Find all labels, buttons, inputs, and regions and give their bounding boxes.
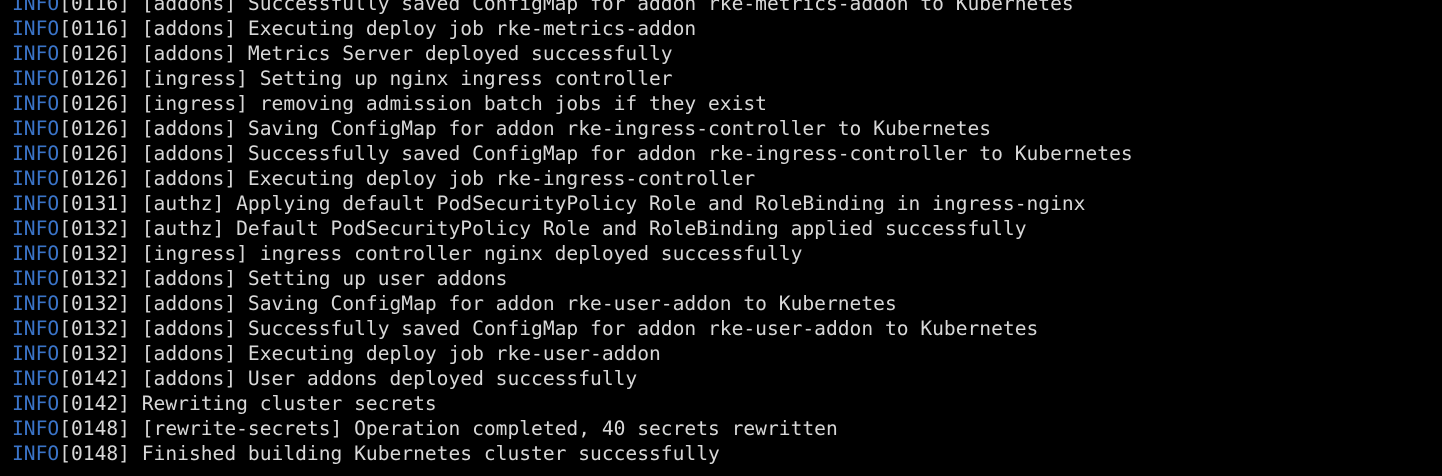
log-level: INFO xyxy=(12,367,60,390)
log-line: INFO[0131] [authz] Applying default PodS… xyxy=(12,191,1133,216)
log-timestamp: [0116] xyxy=(59,0,130,15)
log-level: INFO xyxy=(12,42,60,65)
log-level: INFO xyxy=(12,67,60,90)
log-message: [addons] Executing deploy job rke-metric… xyxy=(129,17,697,40)
log-line: INFO[0126] [addons] Saving ConfigMap for… xyxy=(12,116,1133,141)
log-message: [rewrite-secrets] Operation completed, 4… xyxy=(129,417,838,440)
log-timestamp: [0132] xyxy=(59,217,130,240)
log-message: [addons] Executing deploy job rke-ingres… xyxy=(129,167,756,190)
log-timestamp: [0132] xyxy=(59,342,130,365)
log-line: INFO[0132] [authz] Default PodSecurityPo… xyxy=(12,216,1133,241)
log-level: INFO xyxy=(12,217,60,240)
log-message: [addons] User addons deployed successful… xyxy=(129,367,638,390)
log-level: INFO xyxy=(12,267,60,290)
log-message: [addons] Successfully saved ConfigMap fo… xyxy=(129,317,1039,340)
log-line: INFO[0142] Rewriting cluster secrets xyxy=(12,391,1133,416)
log-timestamp: [0148] xyxy=(59,442,130,465)
log-line: INFO[0132] [addons] Successfully saved C… xyxy=(12,316,1133,341)
log-level: INFO xyxy=(12,317,60,340)
log-message: [ingress] removing admission batch jobs … xyxy=(129,92,767,115)
log-line: INFO[0126] [ingress] removing admission … xyxy=(12,91,1133,116)
log-timestamp: [0126] xyxy=(59,92,130,115)
log-level: INFO xyxy=(12,142,60,165)
log-line: INFO[0126] [addons] Metrics Server deplo… xyxy=(12,41,1133,66)
log-message: [authz] Default PodSecurityPolicy Role a… xyxy=(129,217,1027,240)
log-timestamp: [0126] xyxy=(59,142,130,165)
log-level: INFO xyxy=(12,292,60,315)
log-level: INFO xyxy=(12,167,60,190)
log-timestamp: [0126] xyxy=(59,167,130,190)
log-timestamp: [0126] xyxy=(59,67,130,90)
log-line: INFO[0132] [addons] Executing deploy job… xyxy=(12,341,1133,366)
log-level: INFO xyxy=(12,17,60,40)
log-message: [ingress] ingress controller nginx deplo… xyxy=(129,242,803,265)
log-level: INFO xyxy=(12,117,60,140)
log-level: INFO xyxy=(12,417,60,440)
log-line: INFO[0116] [addons] Executing deploy job… xyxy=(12,16,1133,41)
log-timestamp: [0132] xyxy=(59,267,130,290)
log-timestamp: [0148] xyxy=(59,417,130,440)
log-message: [addons] Executing deploy job rke-user-a… xyxy=(129,342,661,365)
log-timestamp: [0131] xyxy=(59,192,130,215)
log-line: INFO[0126] [ingress] Setting up nginx in… xyxy=(12,66,1133,91)
log-level: INFO xyxy=(12,0,60,15)
log-message: Finished building Kubernetes cluster suc… xyxy=(129,442,720,465)
log-line: INFO[0132] [ingress] ingress controller … xyxy=(12,241,1133,266)
log-message: [ingress] Setting up nginx ingress contr… xyxy=(129,67,673,90)
log-line: INFO[0148] Finished building Kubernetes … xyxy=(12,441,1133,466)
log-timestamp: [0126] xyxy=(59,42,130,65)
log-level: INFO xyxy=(12,442,60,465)
log-timestamp: [0142] xyxy=(59,392,130,415)
log-message: [addons] Setting up user addons xyxy=(129,267,508,290)
log-timestamp: [0132] xyxy=(59,242,130,265)
log-timestamp: [0132] xyxy=(59,317,130,340)
log-message: [addons] Saving ConfigMap for addon rke-… xyxy=(129,117,992,140)
log-level: INFO xyxy=(12,92,60,115)
log-line: INFO[0148] [rewrite-secrets] Operation c… xyxy=(12,416,1133,441)
log-level: INFO xyxy=(12,192,60,215)
log-message: [addons] Successfully saved ConfigMap fo… xyxy=(129,142,1133,165)
log-message: [addons] Metrics Server deployed success… xyxy=(129,42,673,65)
log-line: INFO[0132] [addons] Setting up user addo… xyxy=(12,266,1133,291)
log-message: [addons] Saving ConfigMap for addon rke-… xyxy=(129,292,897,315)
log-line: INFO[0132] [addons] Saving ConfigMap for… xyxy=(12,291,1133,316)
log-output: INFO[0116] [addons] Successfully saved C… xyxy=(12,0,1133,466)
log-line: INFO[0126] [addons] Executing deploy job… xyxy=(12,166,1133,191)
log-level: INFO xyxy=(12,342,60,365)
log-message: [addons] Successfully saved ConfigMap fo… xyxy=(129,0,1074,15)
log-line: INFO[0142] [addons] User addons deployed… xyxy=(12,366,1133,391)
terminal-window[interactable]: INFO[0116] [addons] Successfully saved C… xyxy=(0,0,1442,476)
log-message: [authz] Applying default PodSecurityPoli… xyxy=(129,192,1086,215)
log-level: INFO xyxy=(12,242,60,265)
log-line: INFO[0116] [addons] Successfully saved C… xyxy=(12,0,1133,16)
log-timestamp: [0116] xyxy=(59,17,130,40)
log-message: Rewriting cluster secrets xyxy=(129,392,437,415)
log-timestamp: [0126] xyxy=(59,117,130,140)
log-timestamp: [0142] xyxy=(59,367,130,390)
log-line: INFO[0126] [addons] Successfully saved C… xyxy=(12,141,1133,166)
log-level: INFO xyxy=(12,392,60,415)
log-timestamp: [0132] xyxy=(59,292,130,315)
